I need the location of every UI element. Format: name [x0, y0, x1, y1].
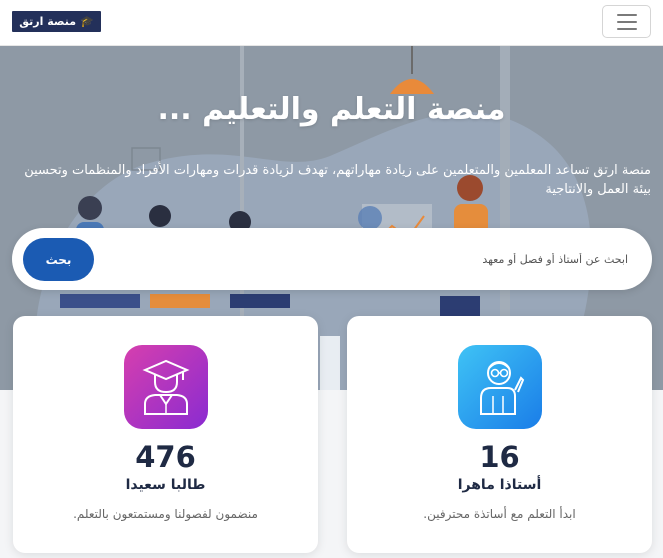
hero-description: منصة ارتق تساعد المعلمين والمتعلمين على …	[24, 163, 651, 197]
navbar: 🎓 منصة ارتق	[0, 0, 663, 46]
search-bar: بحث	[12, 228, 652, 290]
students-stat-card: 476 طالبا سعيدا منضمون لفصولنا ومستمتعون…	[13, 316, 318, 553]
teacher-icon	[458, 345, 542, 429]
graduation-cap-icon: 🎓	[80, 15, 94, 28]
graduate-student-icon	[124, 345, 208, 429]
teachers-count: 16	[479, 440, 520, 474]
students-title: طالبا سعيدا	[125, 477, 206, 493]
students-description: منضمون لفصولنا ومستمتعون بالتعلم.	[73, 507, 258, 521]
teachers-stat-card: 16 أستاذا ماهرا ابدأ التعلم مع أساتذة مح…	[347, 316, 652, 553]
hero-title: منصة التعلم والتعليم ...	[157, 92, 506, 127]
students-count: 476	[135, 440, 196, 474]
search-button[interactable]: بحث	[23, 238, 94, 281]
teachers-description: ابدأ التعلم مع أساتذة محترفين.	[423, 507, 576, 521]
teachers-title: أستاذا ماهرا	[457, 477, 542, 493]
logo-text: منصة ارتق	[19, 15, 77, 28]
hamburger-menu-icon[interactable]	[602, 5, 651, 38]
search-input[interactable]	[208, 249, 628, 269]
site-logo[interactable]: 🎓 منصة ارتق	[12, 11, 101, 32]
